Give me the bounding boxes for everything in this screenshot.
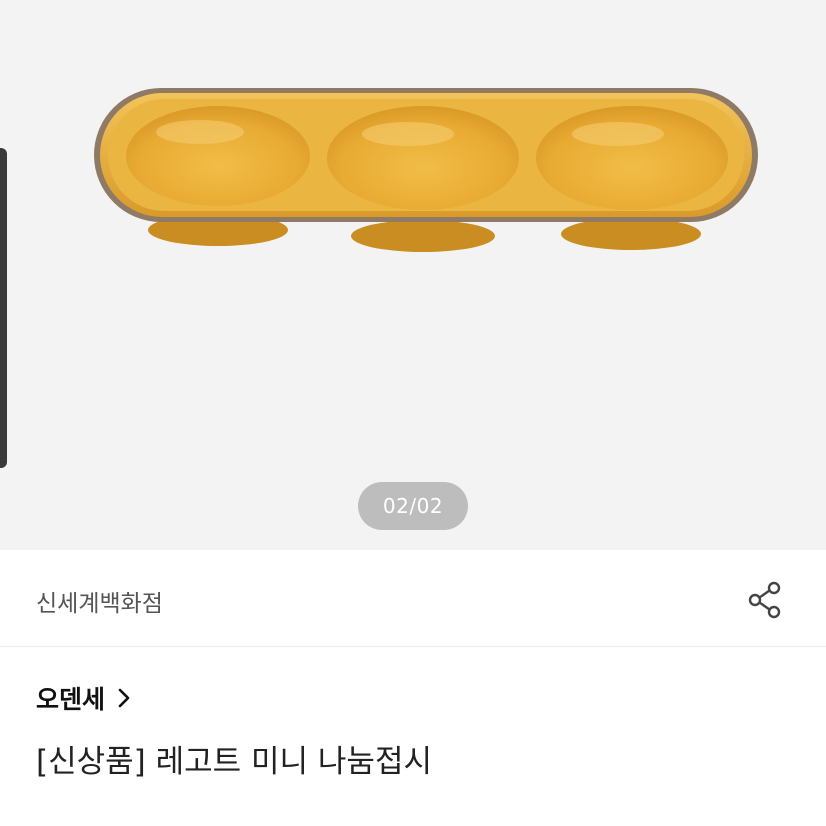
share-button[interactable] [740, 577, 790, 623]
seller-bar: 신세계백화점 [0, 550, 826, 647]
brand-link[interactable]: 오덴세 [36, 680, 131, 716]
image-counter: 02/02 [358, 482, 468, 530]
product-image [94, 88, 758, 252]
product-title: [신상품] 레고트 미니 나눔접시 [36, 744, 432, 780]
brand-name: 오덴세 [36, 685, 106, 714]
share-icon [748, 581, 781, 619]
previous-image-handle[interactable] [0, 148, 7, 468]
product-image-gallery[interactable]: 02/02 [0, 0, 826, 550]
chevron-right-icon [117, 687, 131, 709]
seller-name[interactable]: 신세계백화점 [36, 584, 163, 618]
